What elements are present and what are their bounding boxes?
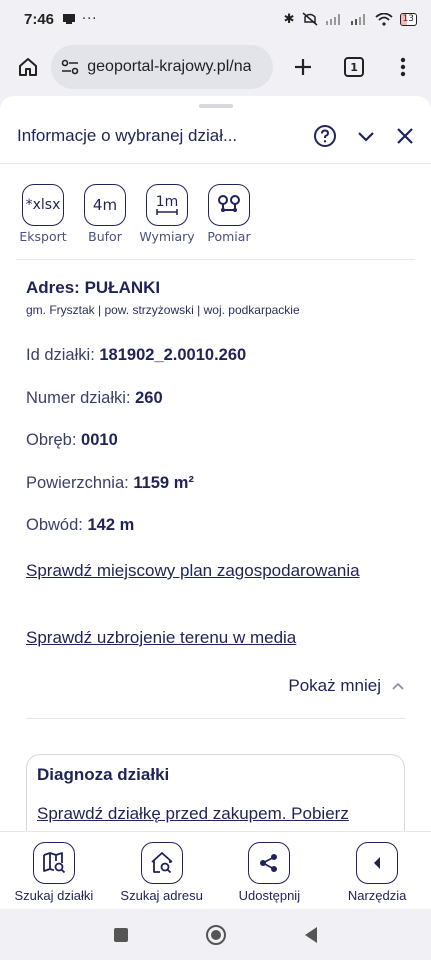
tab-count: 1 (344, 57, 365, 77)
notification-icon (63, 14, 76, 24)
measure-icon (208, 184, 250, 226)
new-tab-button[interactable] (285, 49, 320, 85)
site-settings-icon (61, 59, 79, 75)
dimensions-icon: 1m (146, 184, 188, 226)
field-value: 181902_2.0010.260 (99, 346, 247, 364)
tool-label: Wymiary (139, 229, 195, 244)
field-label: Powierzchnia: (26, 474, 129, 492)
zoning-plan-link[interactable]: Sprawdź miejscowy plan zagospodarowania (26, 558, 386, 583)
field-label: Id działki: (26, 346, 95, 364)
map-search-icon (42, 852, 66, 874)
nav-label: Szukaj działki (14, 888, 94, 903)
sheet-header: Informacje o wybranej dział... (0, 108, 431, 164)
address-subtitle: gm. Frysztak | pow. strzyżowski | woj. p… (26, 303, 300, 317)
field-label: Numer działki: (26, 389, 131, 407)
plus-icon (294, 59, 311, 75)
chevron-up-icon (392, 682, 404, 690)
home-nav-icon[interactable] (205, 924, 227, 946)
tool-label: Bufor (88, 229, 122, 244)
close-icon[interactable] (395, 126, 415, 146)
tool-label: Pomiar (207, 229, 251, 244)
field-value: 0010 (81, 431, 118, 449)
browser-toolbar: geoportal-krajowy.pl/na 1 (0, 38, 431, 96)
more-vert-icon (401, 57, 406, 77)
nav-label: Udostępnij (238, 888, 301, 903)
parcel-info-sheet: Informacje o wybranej dział... *xlsx Eks… (0, 96, 431, 831)
nav-label: Narzędzia (347, 888, 407, 903)
field-value: 1159 m² (133, 474, 194, 492)
measure-tool[interactable]: Pomiar (202, 184, 256, 244)
status-time: 7:46 (24, 10, 55, 28)
buffer-icon: 4m (84, 184, 126, 226)
buffer-tool[interactable]: 4m Bufor (78, 184, 132, 244)
divider (26, 718, 405, 719)
area-row: Powierzchnia: 1159 m² (26, 474, 194, 493)
more-notifications-icon: ··· (82, 11, 98, 27)
share-icon (260, 854, 278, 872)
tool-label: Eksport (19, 229, 67, 244)
divider (16, 259, 415, 260)
field-value: 142 m (87, 516, 135, 534)
precinct-row: Obręb: 0010 (26, 431, 118, 450)
back-icon[interactable] (303, 926, 319, 944)
url-text: geoportal-krajowy.pl/na (87, 58, 252, 75)
chevron-down-icon[interactable] (355, 125, 377, 147)
diagnosis-text[interactable]: Sprawdź działkę przed zakupem. Pobierz (37, 804, 394, 824)
address-title: Adres: PUŁANKI (26, 278, 161, 297)
home-icon (18, 58, 37, 76)
xlsx-icon: *xlsx (22, 184, 64, 226)
address-bar[interactable]: geoportal-krajowy.pl/na (51, 45, 274, 89)
tab-switcher-button[interactable]: 1 (337, 49, 372, 85)
wifi-icon (374, 12, 393, 26)
diagnosis-title: Diagnoza działki (37, 765, 170, 784)
search-parcel-button[interactable]: Szukaj działki (0, 842, 108, 903)
show-less-label: Pokaż mniej (288, 676, 381, 695)
parcel-id-row: Id działki: 181902_2.0010.260 (26, 346, 246, 365)
diagnosis-card[interactable]: Diagnoza działki Sprawdź działkę przed z… (26, 754, 405, 831)
export-tool[interactable]: *xlsx Eksport (16, 184, 70, 244)
chevron-left-icon (374, 857, 381, 869)
field-label: Obręb: (26, 431, 77, 449)
signal-icon (325, 14, 340, 25)
recents-icon[interactable] (113, 927, 129, 943)
status-bar: 7:46 ··· ✱ 13 (0, 0, 431, 38)
field-value: 260 (135, 389, 163, 407)
browser-menu-button[interactable] (386, 49, 421, 85)
home-button[interactable] (10, 49, 45, 85)
help-icon[interactable] (313, 124, 337, 148)
show-less-button[interactable]: Pokaż mniej (288, 676, 405, 696)
home-search-icon (151, 852, 173, 874)
tools-button[interactable]: Narzędzia (323, 842, 431, 903)
system-navigation (0, 909, 431, 960)
battery-icon: 13 (399, 12, 417, 26)
nav-label: Szukaj adresu (120, 888, 203, 903)
tool-row: *xlsx Eksport 4m Bufor 1m Wymiary Pomiar (16, 184, 256, 244)
field-label: Obwód: (26, 516, 83, 534)
mute-icon (302, 12, 318, 26)
parcel-number-row: Numer działki: 260 (26, 389, 163, 408)
bluetooth-icon: ✱ (283, 11, 295, 27)
utilities-link[interactable]: Sprawdź uzbrojenie terenu w media (26, 625, 386, 650)
bottom-navigation: Szukaj działki Szukaj adresu Udostępnij … (0, 831, 431, 909)
search-address-button[interactable]: Szukaj adresu (108, 842, 216, 903)
dimensions-tool[interactable]: 1m Wymiary (139, 184, 195, 244)
signal-icon-2 (350, 14, 365, 25)
share-button[interactable]: Udostępnij (216, 842, 324, 903)
sheet-title: Informacje o wybranej dział... (17, 125, 238, 145)
perimeter-row: Obwód: 142 m (26, 516, 134, 535)
